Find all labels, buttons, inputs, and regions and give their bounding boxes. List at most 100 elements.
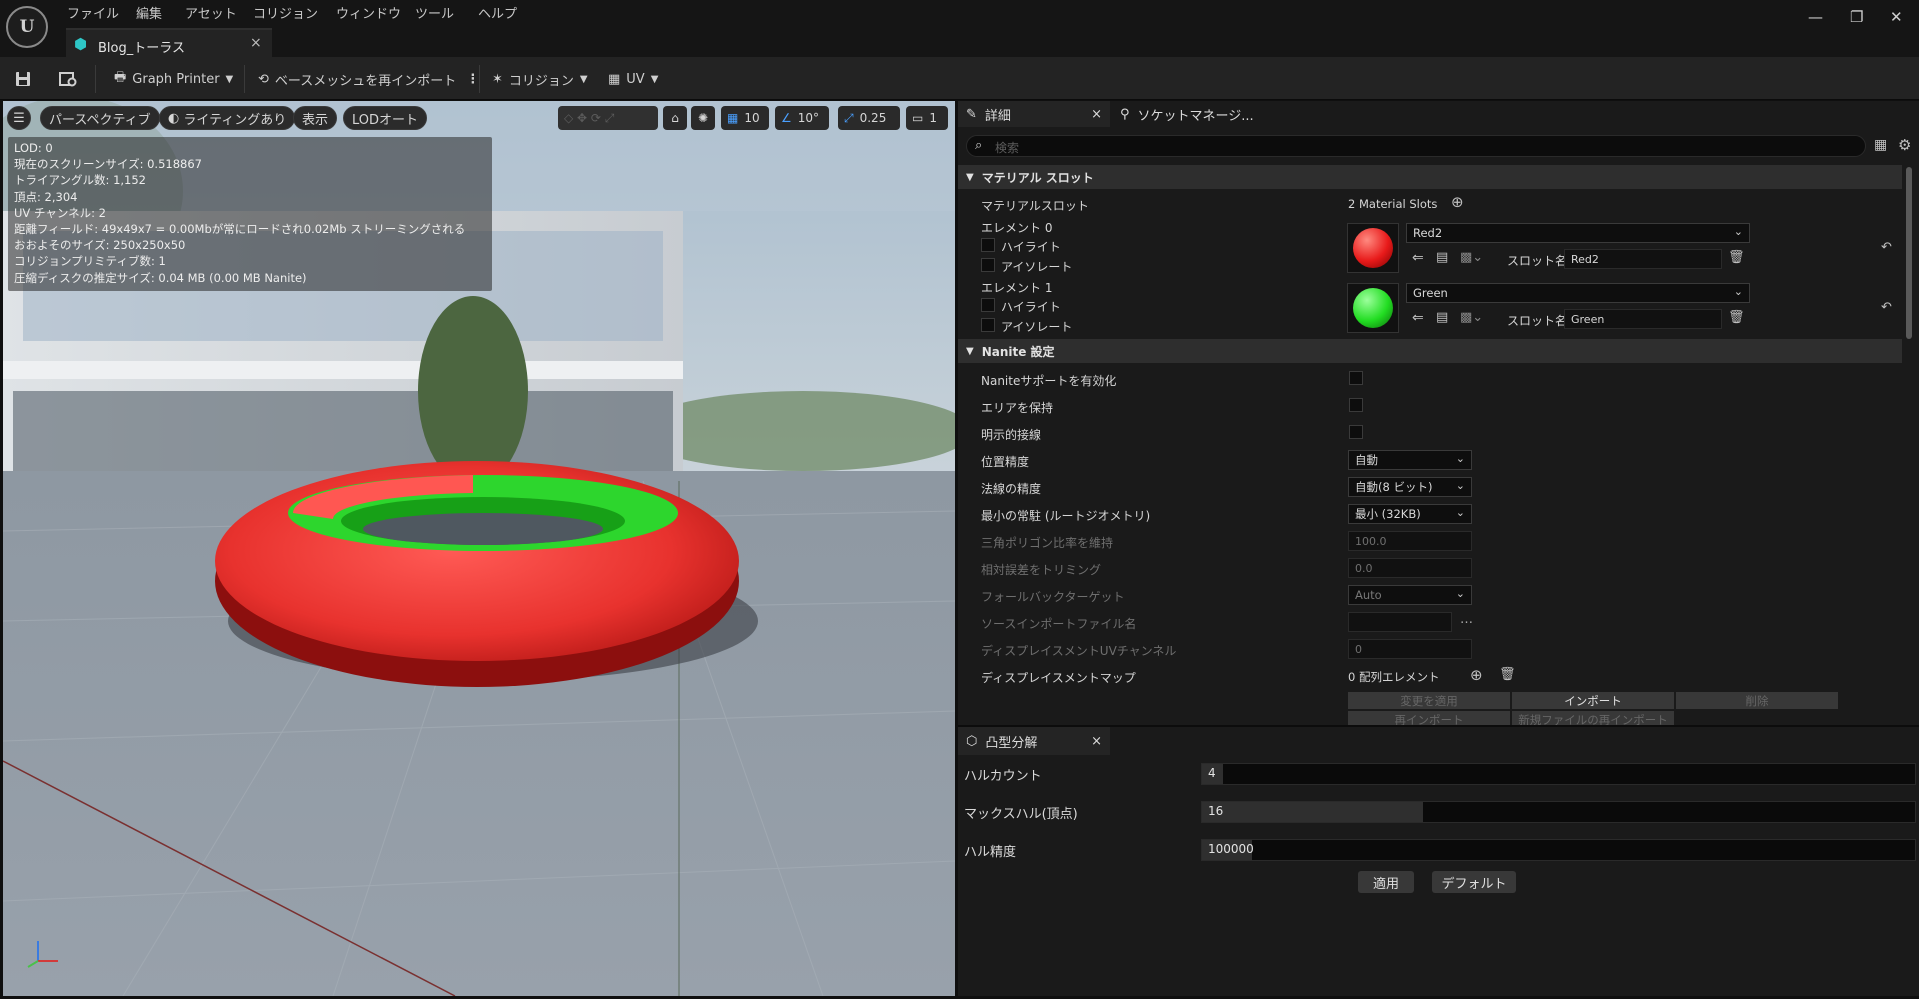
close-icon[interactable]: ×	[1091, 734, 1102, 749]
restore-icon[interactable]: ❐	[1850, 8, 1863, 26]
browse-asset-icon[interactable]	[58, 67, 78, 91]
displacement-map-value: 0 配列エレメント	[1348, 670, 1440, 684]
import-button[interactable]: インポート	[1512, 692, 1674, 709]
position-precision-dropdown[interactable]: 自動 ⌄	[1348, 450, 1472, 470]
trash-icon[interactable]: 🗑	[1728, 310, 1745, 325]
save-icon[interactable]	[14, 67, 32, 91]
viewport-menu-icon[interactable]: ☰	[7, 106, 31, 130]
trash-icon[interactable]: 🗑	[1728, 250, 1745, 265]
reset-arrow-icon[interactable]: ↶	[1881, 240, 1892, 255]
scale-snap-button[interactable]: ⤢ 0.25	[838, 106, 900, 130]
fallback-target-dropdown[interactable]: Auto ⌄	[1348, 585, 1472, 605]
reset-arrow-icon[interactable]: ↶	[1881, 300, 1892, 315]
reimport-new-file-button[interactable]: 新規ファイルの再インポート	[1512, 711, 1674, 725]
preserve-area-checkbox[interactable]	[1349, 398, 1363, 412]
search-input[interactable]: ⌕ 検索	[966, 135, 1866, 157]
surface-snap-icon[interactable]: ⌂	[663, 106, 687, 130]
close-window-icon[interactable]: ✕	[1890, 8, 1903, 26]
grid-snap-button[interactable]: ▦ 10	[721, 106, 769, 130]
trash-icon[interactable]: 🗑	[1499, 667, 1516, 682]
apply-button[interactable]: 適用	[1358, 871, 1414, 893]
delete-button[interactable]: 削除	[1676, 692, 1838, 709]
close-icon[interactable]: ×	[1091, 107, 1102, 122]
viewport[interactable]: ☰ パースペクティブ ◐ ライティングあり 表示 LODオート ◇ ✥ ⟳ ⤢ …	[3, 101, 955, 996]
trim-relative-error-input[interactable]: 0.0	[1348, 558, 1472, 578]
max-hull-fill	[1202, 802, 1424, 822]
source-import-filename-input[interactable]	[1348, 612, 1452, 632]
highlight-checkbox[interactable]	[981, 298, 995, 312]
nanite-enable-checkbox[interactable]	[1349, 371, 1363, 385]
camera-icon: ▭	[912, 111, 924, 125]
reimport-base-mesh-button[interactable]: ⟲ ベースメッシュを再インポート ⋮	[258, 67, 479, 91]
material-dropdown[interactable]: Green ⌄	[1406, 283, 1750, 303]
max-hull-vertices-slider[interactable]: 16	[1201, 801, 1916, 823]
lighting-button[interactable]: ◐ ライティングあり	[159, 106, 296, 130]
add-circle-icon[interactable]: ⊕	[1451, 193, 1464, 211]
material-slots-section[interactable]: ▼ マテリアル スロット	[958, 165, 1902, 189]
chevron-down-icon: ▼	[225, 73, 234, 85]
menu-edit[interactable]: 編集	[136, 3, 162, 22]
tab-convex-decomposition[interactable]: ⬡ 凸型分解 ×	[958, 727, 1110, 755]
menu-tools[interactable]: ツール	[415, 3, 454, 22]
close-tab-icon[interactable]: ×	[250, 35, 262, 51]
pencil-icon: ✎	[966, 106, 977, 122]
tab-details[interactable]: ✎ 詳細 ×	[958, 101, 1110, 127]
min-residency-dropdown[interactable]: 最小 (32KB) ⌄	[1348, 504, 1472, 524]
use-asset-icon[interactable]: ⇐	[1412, 250, 1424, 266]
browse-icon[interactable]: ▤	[1436, 250, 1448, 265]
nanite-section[interactable]: ▼ Nanite 設定	[958, 339, 1902, 363]
highlight-checkbox[interactable]	[981, 238, 995, 252]
transform-tools[interactable]: ◇ ✥ ⟳ ⤢	[558, 106, 658, 130]
graph-printer-button[interactable]: 🖶 Graph Printer ▼	[114, 67, 233, 91]
menu-file[interactable]: ファイル	[67, 3, 119, 22]
menu-window[interactable]: ウィンドウ	[336, 3, 401, 22]
min-residency-label: 最小の常駐 (ルートジオメトリ)	[981, 509, 1151, 523]
displacement-uv-channel-input[interactable]: 0	[1348, 639, 1472, 659]
browse-icon[interactable]: ▤	[1436, 310, 1448, 325]
gear-icon[interactable]: ⚙	[1898, 136, 1911, 154]
more-icon[interactable]: …	[1460, 612, 1473, 627]
hull-count-slider[interactable]: 4	[1201, 763, 1916, 785]
chevron-down-icon: ▼	[579, 73, 588, 85]
explicit-tangents-checkbox[interactable]	[1349, 425, 1363, 439]
material-options-icon[interactable]: ▩⌄	[1460, 310, 1483, 325]
menu-asset[interactable]: アセット	[185, 3, 237, 22]
reimport-button[interactable]: 再インポート	[1348, 711, 1510, 725]
kebab-menu-icon[interactable]: ⋮	[466, 72, 479, 87]
fallback-target-value: Auto	[1355, 588, 1382, 602]
material-thumbnail[interactable]	[1347, 223, 1399, 273]
hull-precision-slider[interactable]: 100000	[1201, 839, 1916, 861]
unreal-logo-icon[interactable]: U	[6, 6, 48, 48]
material-dropdown[interactable]: Red2 ⌄	[1406, 223, 1750, 243]
material-thumbnail[interactable]	[1347, 283, 1399, 333]
lod-button[interactable]: LODオート	[343, 106, 428, 130]
uv-menu-button[interactable]: ▦ UV ▼	[608, 67, 658, 91]
apply-changes-button[interactable]: 変更を適用	[1348, 692, 1510, 709]
local-space-icon[interactable]: ✺	[691, 106, 715, 130]
reimport-base-mesh-label: ベースメッシュを再インポート	[274, 73, 457, 89]
document-tab[interactable]: ⬢ Blog_トーラス ×	[66, 28, 272, 57]
normal-precision-dropdown[interactable]: 自動(8 ビット) ⌄	[1348, 477, 1472, 497]
isolate-checkbox[interactable]	[981, 258, 995, 272]
material-options-icon[interactable]: ▩⌄	[1460, 250, 1483, 265]
default-button[interactable]: デフォルト	[1432, 871, 1516, 893]
camera-speed-button[interactable]: ▭ 1	[906, 106, 948, 130]
show-button[interactable]: 表示	[293, 106, 338, 130]
use-asset-icon[interactable]: ⇐	[1412, 310, 1424, 326]
table-view-icon[interactable]: ▦	[1874, 137, 1887, 153]
slot-name-input[interactable]: Green	[1564, 309, 1722, 329]
collision-menu-button[interactable]: ✶ コリジョン ▼	[492, 67, 588, 91]
stat-line: UV チャンネル: 2	[14, 205, 106, 220]
separator	[244, 65, 245, 93]
tab-socket-manager[interactable]: ⚲ ソケットマネージ...	[1114, 101, 1266, 127]
rotation-snap-button[interactable]: ∠ 10°	[775, 106, 829, 130]
menu-help[interactable]: ヘルプ	[478, 3, 517, 22]
minimize-icon[interactable]: —	[1808, 8, 1823, 26]
add-circle-icon[interactable]: ⊕	[1470, 666, 1483, 684]
isolate-checkbox[interactable]	[981, 318, 995, 332]
keep-triangle-percent-input[interactable]: 100.0	[1348, 531, 1472, 551]
menu-collision[interactable]: コリジョン	[253, 3, 318, 22]
perspective-button[interactable]: パースペクティブ	[40, 106, 160, 130]
details-scrollbar[interactable]	[1906, 167, 1912, 339]
slot-name-input[interactable]: Red2	[1564, 249, 1722, 269]
